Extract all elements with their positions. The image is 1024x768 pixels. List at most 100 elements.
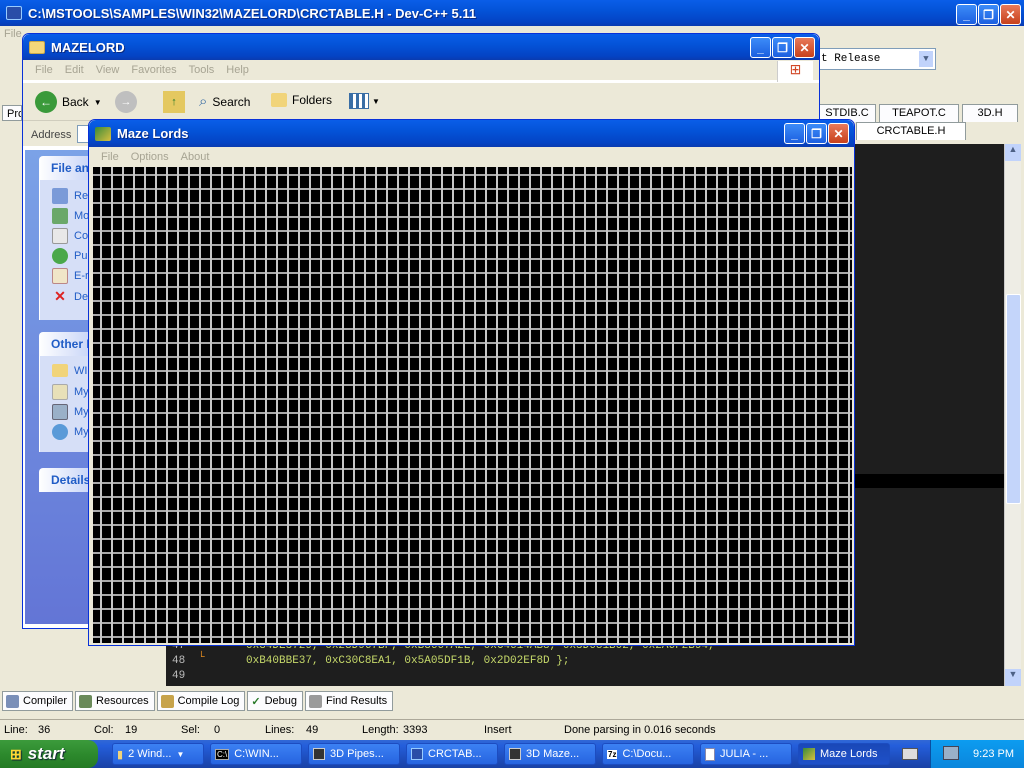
place-label: My xyxy=(74,406,89,418)
maze-menu-about[interactable]: About xyxy=(175,151,216,163)
tab-compiler-label: Compiler xyxy=(23,695,68,707)
resources-icon xyxy=(79,694,93,708)
details-header[interactable]: Details xyxy=(39,468,93,492)
explorer-minimize-button[interactable]: _ xyxy=(750,37,771,58)
taskbar-button-julia[interactable]: JULIA - ... xyxy=(700,743,792,765)
taskbar-button-7zip[interactable]: 7z C:\Docu... xyxy=(602,743,694,765)
build-config-value: t Release xyxy=(821,53,881,65)
tab-find-results[interactable]: Find Results xyxy=(305,691,394,711)
task-copy[interactable]: Co xyxy=(52,228,88,244)
devcpp-maximize-button[interactable]: ❐ xyxy=(978,4,999,25)
task-delete[interactable]: ✕ De xyxy=(52,288,88,305)
maze-title-bar[interactable]: Maze Lords _ ❐ ✕ xyxy=(89,120,854,147)
find-icon xyxy=(309,694,322,708)
place-my-computer[interactable]: My xyxy=(52,404,89,420)
devcpp-close-button[interactable]: ✕ xyxy=(1000,4,1021,25)
task-rename[interactable]: Re xyxy=(52,188,88,204)
menu-favorites[interactable]: Favorites xyxy=(125,64,182,76)
check-icon: ✓ xyxy=(251,695,261,708)
tab-compile-log[interactable]: Compile Log xyxy=(156,691,246,711)
tab-resources[interactable]: Resources xyxy=(75,691,155,711)
explorer-close-button[interactable]: ✕ xyxy=(794,37,815,58)
editor-vertical-scrollbar[interactable]: ▲ ▼ xyxy=(1004,144,1021,686)
start-button[interactable]: ⊞ start xyxy=(0,740,98,768)
maze-menu-file[interactable]: File xyxy=(95,151,125,163)
taskbar-button-crctable[interactable]: CRCTAB... xyxy=(406,743,498,765)
chevron-down-icon[interactable]: ▼ xyxy=(94,98,102,107)
archive-icon: 7z xyxy=(607,749,618,759)
windows-flag-icon: ⊞ xyxy=(10,745,22,762)
search-button[interactable]: ⌕ Search xyxy=(199,93,250,110)
forward-arrow-icon[interactable]: → xyxy=(115,91,137,113)
app-icon xyxy=(509,748,521,760)
taskbar-button-cmd[interactable]: C:\ C:\WIN... xyxy=(210,743,302,765)
place-my-network[interactable]: My xyxy=(52,424,89,440)
rename-icon xyxy=(52,188,68,204)
maze-canvas[interactable] xyxy=(93,167,852,643)
line-number: 48 xyxy=(172,655,186,667)
devcpp-title-bar[interactable]: C:\MSTOOLS\SAMPLES\WIN32\MAZELORD\CRCTAB… xyxy=(0,0,1024,26)
clock[interactable]: 9:23 PM xyxy=(973,748,1014,760)
scroll-thumb[interactable] xyxy=(1006,294,1021,504)
taskbar-button-label: Maze Lords xyxy=(820,748,878,760)
status-length: 3393 xyxy=(403,723,428,736)
devcpp-minimize-button[interactable]: _ xyxy=(956,4,977,25)
maze-close-button[interactable]: ✕ xyxy=(828,123,849,144)
keyboard-icon[interactable] xyxy=(902,748,918,760)
taskbar-button-maze-lords[interactable]: Maze Lords xyxy=(798,743,890,765)
tab-compiler[interactable]: Compiler xyxy=(2,691,74,711)
network-tray-icon[interactable] xyxy=(943,746,959,760)
chart-icon xyxy=(160,694,174,708)
maze-minimize-button[interactable]: _ xyxy=(784,123,805,144)
scroll-down-icon[interactable]: ▼ xyxy=(1005,669,1021,686)
file-tasks-header[interactable]: File an xyxy=(39,156,93,180)
build-config-select[interactable]: t Release ▼ xyxy=(818,48,936,70)
folders-button[interactable]: Folders xyxy=(271,93,332,107)
taskbar-button-label: C:\WIN... xyxy=(234,748,279,760)
task-label: Re xyxy=(74,190,89,202)
other-places-header[interactable]: Other I xyxy=(39,332,93,356)
task-email[interactable]: E-r xyxy=(52,268,89,284)
taskbar-button-3d-pipes[interactable]: 3D Pipes... xyxy=(308,743,400,765)
tab-crctable[interactable]: CRCTABLE.H xyxy=(856,122,966,140)
devcpp-menu-file[interactable]: File xyxy=(4,28,22,40)
place-label: My xyxy=(74,386,89,398)
taskbar: ⊞ start ▮ 2 Wind... ▼ C:\ C:\WIN... 3D Pipe… xyxy=(0,740,1024,768)
maze-menu-options[interactable]: Options xyxy=(125,151,175,163)
explorer-maximize-button[interactable]: ❐ xyxy=(772,37,793,58)
place-my-documents[interactable]: My xyxy=(52,384,89,400)
back-button[interactable]: ← Back ▼ xyxy=(35,91,102,113)
place-windows[interactable]: WI xyxy=(52,364,87,377)
folder-icon xyxy=(52,364,68,377)
taskbar-button-label: 2 Wind... xyxy=(128,748,172,760)
fold-marker-icon: └ xyxy=(198,652,205,664)
menu-help[interactable]: Help xyxy=(220,64,255,76)
task-label: E-r xyxy=(74,270,89,282)
views-button[interactable]: ▼ xyxy=(349,93,380,109)
taskbar-button-3d-maze[interactable]: 3D Maze... xyxy=(504,743,596,765)
tab-compile-log-label: Compile Log xyxy=(177,695,240,707)
status-lines: 49 xyxy=(306,723,319,736)
menu-file[interactable]: File xyxy=(29,64,59,76)
scroll-up-icon[interactable]: ▲ xyxy=(1005,144,1021,161)
tab-teapot[interactable]: TEAPOT.C xyxy=(879,104,959,122)
task-publish[interactable]: Pul xyxy=(52,248,90,264)
explorer-title: MAZELORD xyxy=(51,39,125,55)
menu-view[interactable]: View xyxy=(90,64,126,76)
task-move[interactable]: Mo xyxy=(52,208,89,224)
views-icon xyxy=(349,93,369,109)
taskbar-button-windows-group[interactable]: ▮ 2 Wind... ▼ xyxy=(112,743,204,765)
chevron-down-icon[interactable]: ▼ xyxy=(372,97,380,106)
tab-debug[interactable]: ✓ Debug xyxy=(247,691,303,711)
tab-3d-h[interactable]: 3D.H xyxy=(962,104,1018,122)
maze-maximize-button[interactable]: ❐ xyxy=(806,123,827,144)
chevron-down-icon: ▼ xyxy=(176,749,185,759)
project-tab[interactable]: Pro xyxy=(2,105,22,121)
chevron-down-icon[interactable]: ▼ xyxy=(918,50,934,68)
tab-resources-label: Resources xyxy=(96,695,149,707)
status-sel: 0 xyxy=(214,723,221,736)
explorer-title-bar[interactable]: MAZELORD _ ❐ ✕ xyxy=(23,34,819,60)
up-folder-icon[interactable]: ↑ xyxy=(163,91,185,113)
menu-edit[interactable]: Edit xyxy=(59,64,90,76)
menu-tools[interactable]: Tools xyxy=(183,64,221,76)
